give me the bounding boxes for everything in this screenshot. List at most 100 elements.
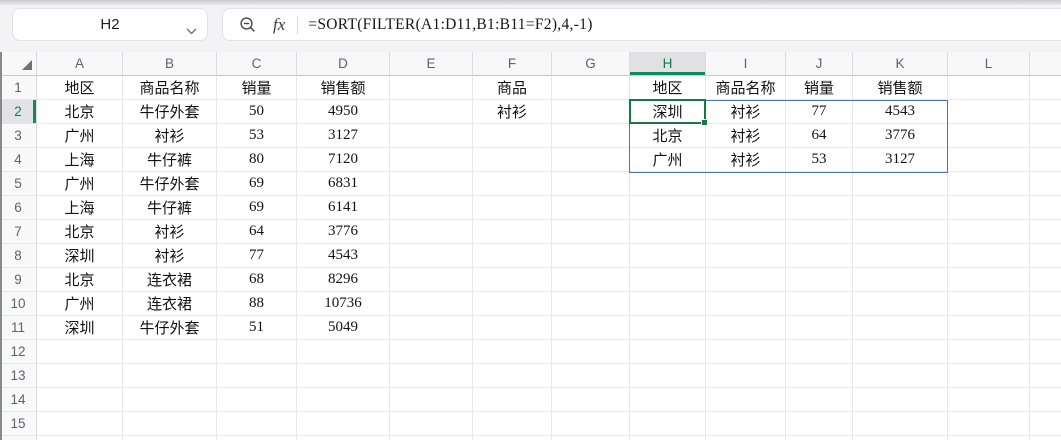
cell-H12[interactable]	[630, 340, 706, 364]
cell-E5[interactable]	[390, 172, 473, 196]
cell-K16[interactable]	[853, 436, 948, 440]
cell-J6[interactable]	[786, 196, 853, 220]
cell-A9[interactable]: 北京	[37, 268, 123, 292]
cell-A12[interactable]	[37, 340, 123, 364]
cell-H6[interactable]	[630, 196, 706, 220]
cell-K6[interactable]	[853, 196, 948, 220]
cell-I10[interactable]	[706, 292, 786, 316]
row-header-10[interactable]: 10	[0, 292, 37, 316]
cell-K8[interactable]	[853, 244, 948, 268]
cell-E15[interactable]	[390, 412, 473, 436]
cell-C3[interactable]: 53	[217, 124, 297, 148]
column-header-B[interactable]: B	[123, 52, 217, 76]
column-header-A[interactable]: A	[37, 52, 123, 76]
cell-B1[interactable]: 商品名称	[123, 76, 217, 100]
cell-B4[interactable]: 牛仔裤	[123, 148, 217, 172]
cell-G2[interactable]	[552, 100, 630, 124]
name-box-value[interactable]: H2	[13, 9, 207, 40]
cell-G15[interactable]	[552, 412, 630, 436]
cell-H7[interactable]	[630, 220, 706, 244]
cell-D14[interactable]	[297, 388, 390, 412]
cell-B2[interactable]: 牛仔外套	[123, 100, 217, 124]
cell-E6[interactable]	[390, 196, 473, 220]
cell-I14[interactable]	[706, 388, 786, 412]
insert-function-fx-icon[interactable]: fx	[273, 15, 285, 35]
cell-E13[interactable]	[390, 364, 473, 388]
cell-extra13[interactable]	[1030, 364, 1061, 388]
cell-C16[interactable]	[217, 436, 297, 440]
select-all-corner[interactable]	[0, 52, 37, 76]
cell-L16[interactable]	[948, 436, 1030, 440]
cell-B11[interactable]: 牛仔外套	[123, 316, 217, 340]
cell-D12[interactable]	[297, 340, 390, 364]
cell-H4[interactable]: 广州	[630, 148, 706, 172]
cell-H9[interactable]	[630, 268, 706, 292]
row-header-6[interactable]: 6	[0, 196, 37, 220]
row-header-14[interactable]: 14	[0, 388, 37, 412]
cell-L5[interactable]	[948, 172, 1030, 196]
cell-B8[interactable]: 衬衫	[123, 244, 217, 268]
row-header-5[interactable]: 5	[0, 172, 37, 196]
cell-G4[interactable]	[552, 148, 630, 172]
cell-D13[interactable]	[297, 364, 390, 388]
cell-K13[interactable]	[853, 364, 948, 388]
cell-E9[interactable]	[390, 268, 473, 292]
cell-B3[interactable]: 衬衫	[123, 124, 217, 148]
cell-H1[interactable]: 地区	[630, 76, 706, 100]
cell-I4[interactable]: 衬衫	[706, 148, 786, 172]
cell-F1[interactable]: 商品	[473, 76, 552, 100]
cell-F11[interactable]	[473, 316, 552, 340]
cell-F4[interactable]	[473, 148, 552, 172]
cell-L15[interactable]	[948, 412, 1030, 436]
cell-H14[interactable]	[630, 388, 706, 412]
cell-C7[interactable]: 64	[217, 220, 297, 244]
column-header-H[interactable]: H	[630, 52, 706, 76]
cell-C5[interactable]: 69	[217, 172, 297, 196]
cell-E4[interactable]	[390, 148, 473, 172]
cell-I5[interactable]	[706, 172, 786, 196]
row-header-15[interactable]: 15	[0, 412, 37, 436]
cell-extra15[interactable]	[1030, 412, 1061, 436]
cell-H10[interactable]	[630, 292, 706, 316]
cell-extra10[interactable]	[1030, 292, 1061, 316]
cell-C10[interactable]: 88	[217, 292, 297, 316]
cell-E14[interactable]	[390, 388, 473, 412]
cell-K3[interactable]: 3776	[853, 124, 948, 148]
cell-A16[interactable]	[37, 436, 123, 440]
cell-C9[interactable]: 68	[217, 268, 297, 292]
cell-D5[interactable]: 6831	[297, 172, 390, 196]
column-header-K[interactable]: K	[853, 52, 948, 76]
cell-C13[interactable]	[217, 364, 297, 388]
column-header-E[interactable]: E	[390, 52, 473, 76]
cell-D16[interactable]	[297, 436, 390, 440]
cell-A14[interactable]	[37, 388, 123, 412]
cell-E7[interactable]	[390, 220, 473, 244]
cell-F9[interactable]	[473, 268, 552, 292]
cell-J2[interactable]: 77	[786, 100, 853, 124]
cell-A13[interactable]	[37, 364, 123, 388]
cell-H16[interactable]	[630, 436, 706, 440]
cell-A4[interactable]: 上海	[37, 148, 123, 172]
cell-J13[interactable]	[786, 364, 853, 388]
row-header-9[interactable]: 9	[0, 268, 37, 292]
cell-G6[interactable]	[552, 196, 630, 220]
cell-K11[interactable]	[853, 316, 948, 340]
cell-B14[interactable]	[123, 388, 217, 412]
cell-K14[interactable]	[853, 388, 948, 412]
cell-L1[interactable]	[948, 76, 1030, 100]
cell-J12[interactable]	[786, 340, 853, 364]
cell-extra6[interactable]	[1030, 196, 1061, 220]
cell-F14[interactable]	[473, 388, 552, 412]
cell-J8[interactable]	[786, 244, 853, 268]
fill-handle[interactable]	[701, 119, 708, 126]
cell-F2[interactable]: 衬衫	[473, 100, 552, 124]
cell-L13[interactable]	[948, 364, 1030, 388]
cell-F16[interactable]	[473, 436, 552, 440]
cell-F10[interactable]	[473, 292, 552, 316]
cell-B13[interactable]	[123, 364, 217, 388]
column-header-F[interactable]: F	[473, 52, 552, 76]
cell-D4[interactable]: 7120	[297, 148, 390, 172]
cell-B6[interactable]: 牛仔裤	[123, 196, 217, 220]
cell-L8[interactable]	[948, 244, 1030, 268]
cell-G8[interactable]	[552, 244, 630, 268]
